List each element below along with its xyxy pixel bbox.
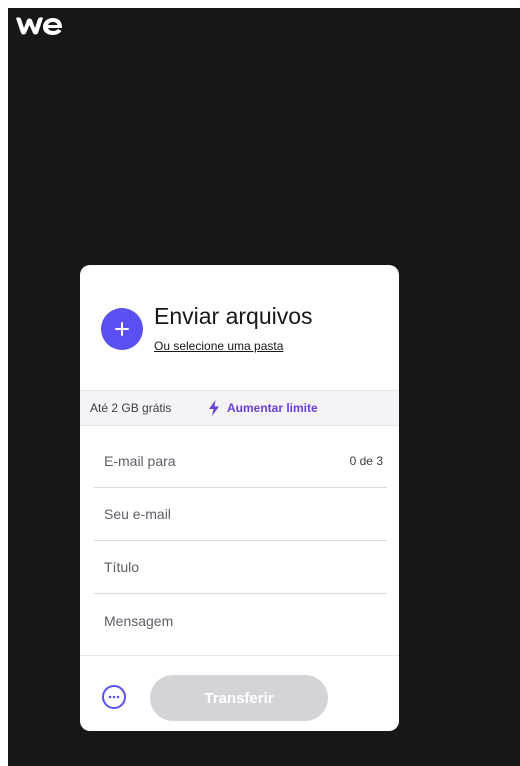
- app-background: Enviar arquivos Ou selecione uma pasta A…: [8, 8, 520, 766]
- upload-title[interactable]: Enviar arquivos: [154, 303, 313, 330]
- title-field: [94, 542, 387, 594]
- panel-footer: Transferir: [80, 655, 399, 731]
- select-folder-link[interactable]: Ou selecione uma pasta: [154, 339, 283, 353]
- your-email-input[interactable]: [104, 489, 324, 539]
- transfer-button[interactable]: Transferir: [150, 675, 328, 721]
- lightning-bolt-icon: [209, 400, 219, 416]
- your-email-field: [94, 489, 387, 541]
- more-options-button[interactable]: [102, 685, 126, 709]
- more-options-icon: [108, 695, 120, 699]
- limit-text: Até 2 GB grátis: [90, 401, 172, 415]
- upload-area[interactable]: Enviar arquivos Ou selecione uma pasta: [80, 265, 399, 389]
- plus-icon: [115, 322, 129, 336]
- transfer-limit-bar: Até 2 GB grátis Aumentar limite: [80, 390, 399, 426]
- upload-panel: Enviar arquivos Ou selecione uma pasta A…: [80, 265, 399, 731]
- email-to-field: 0 de 3: [94, 436, 387, 488]
- message-field: [94, 595, 387, 649]
- recipient-counter: 0 de 3: [349, 454, 383, 468]
- add-files-button[interactable]: [101, 308, 143, 350]
- wetransfer-logo[interactable]: [14, 14, 70, 36]
- title-input[interactable]: [104, 542, 324, 592]
- increase-limit-link[interactable]: Aumentar limite: [227, 401, 318, 415]
- message-input[interactable]: [104, 613, 374, 643]
- email-to-input[interactable]: [104, 436, 324, 486]
